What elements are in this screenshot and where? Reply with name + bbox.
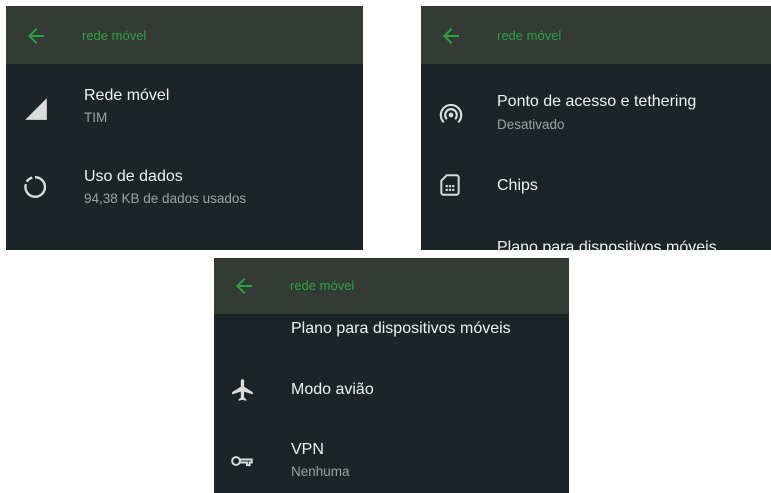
- airplane-icon: [232, 379, 253, 401]
- list-item-title: Chips: [497, 177, 538, 194]
- list-item-title: Plano para dispositivos móveis: [291, 320, 511, 337]
- list-item-sim-cards[interactable]: Chips: [421, 150, 771, 222]
- list-item-vpn[interactable]: VPN Nenhuma: [214, 424, 569, 493]
- list-item-mobile-plan[interactable]: Plano para dispositivos móveis: [214, 314, 569, 358]
- signal-icon: [25, 98, 47, 120]
- back-arrow-icon[interactable]: [232, 274, 256, 298]
- list-item-title: Ponto de acesso e tethering: [497, 93, 697, 110]
- list-item-subtitle: Nenhuma: [291, 464, 350, 479]
- back-arrow-icon[interactable]: [439, 24, 463, 48]
- screenshot-panel-3: rede móvel Plano para dispositivos móvei…: [214, 258, 569, 493]
- list-item-title: Uso de dados: [84, 168, 183, 185]
- list-item-title: VPN: [291, 441, 324, 458]
- vpn-key-icon: [231, 456, 253, 467]
- list-item-hotspot[interactable]: Ponto de acesso e tethering Desativado: [421, 64, 771, 150]
- hotspot-icon: [439, 103, 463, 124]
- screenshot-panel-2: rede móvel Ponto de acesso e tethering D…: [421, 6, 771, 250]
- back-arrow-icon[interactable]: [24, 24, 48, 48]
- app-bar: rede móvel: [214, 258, 569, 314]
- list-item-mobile-plan[interactable]: Plano para dispositivos móveis: [421, 222, 771, 250]
- list-item-title: Rede móvel: [84, 87, 170, 104]
- list-item-subtitle: Desativado: [497, 117, 565, 132]
- page-title: rede móvel: [82, 28, 147, 43]
- list-item-airplane-mode[interactable]: Modo avião: [214, 358, 569, 424]
- sim-card-icon: [440, 174, 460, 196]
- list-item-subtitle: TIM: [84, 110, 108, 125]
- app-bar: rede móvel: [6, 6, 363, 64]
- list-item-data-usage[interactable]: Uso de dados 94,38 KB de dados usados: [6, 154, 363, 244]
- data-usage-icon: [24, 176, 47, 198]
- page-title: rede móvel: [290, 278, 355, 293]
- list-item-mobile-network[interactable]: Rede móvel TIM: [6, 64, 363, 154]
- screenshot-panel-1: rede móvel Rede móvel TIM Uso de dados 9…: [6, 6, 363, 250]
- list-item-subtitle: 94,38 KB de dados usados: [84, 191, 247, 206]
- list-item-title: Modo avião: [291, 381, 374, 398]
- list-item-title: Plano para dispositivos móveis: [497, 239, 717, 250]
- page-title: rede móvel: [497, 28, 562, 43]
- app-bar: rede móvel: [421, 6, 771, 64]
